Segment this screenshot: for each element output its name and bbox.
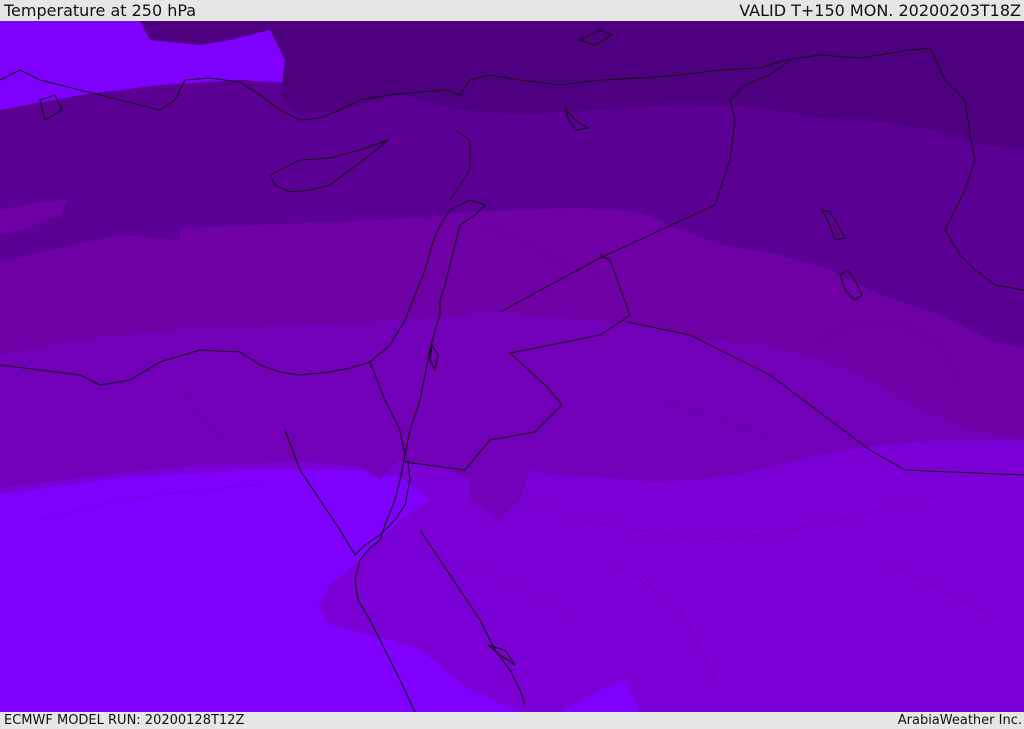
- map-title: Temperature at 250 hPa: [4, 1, 197, 20]
- temperature-map: [0, 21, 1024, 712]
- model-run-label: ECMWF MODEL RUN: 20200128T12Z: [4, 713, 245, 728]
- weather-map-frame: Temperature at 250 hPa VALID T+150 MON. …: [0, 0, 1024, 729]
- header-bar: Temperature at 250 hPa VALID T+150 MON. …: [0, 0, 1024, 21]
- footer-bar: ECMWF MODEL RUN: 20200128T12Z ArabiaWeat…: [0, 712, 1024, 729]
- provider-credit: ArabiaWeather Inc.: [897, 713, 1022, 728]
- valid-time-label: VALID T+150 MON. 20200203T18Z: [739, 1, 1021, 20]
